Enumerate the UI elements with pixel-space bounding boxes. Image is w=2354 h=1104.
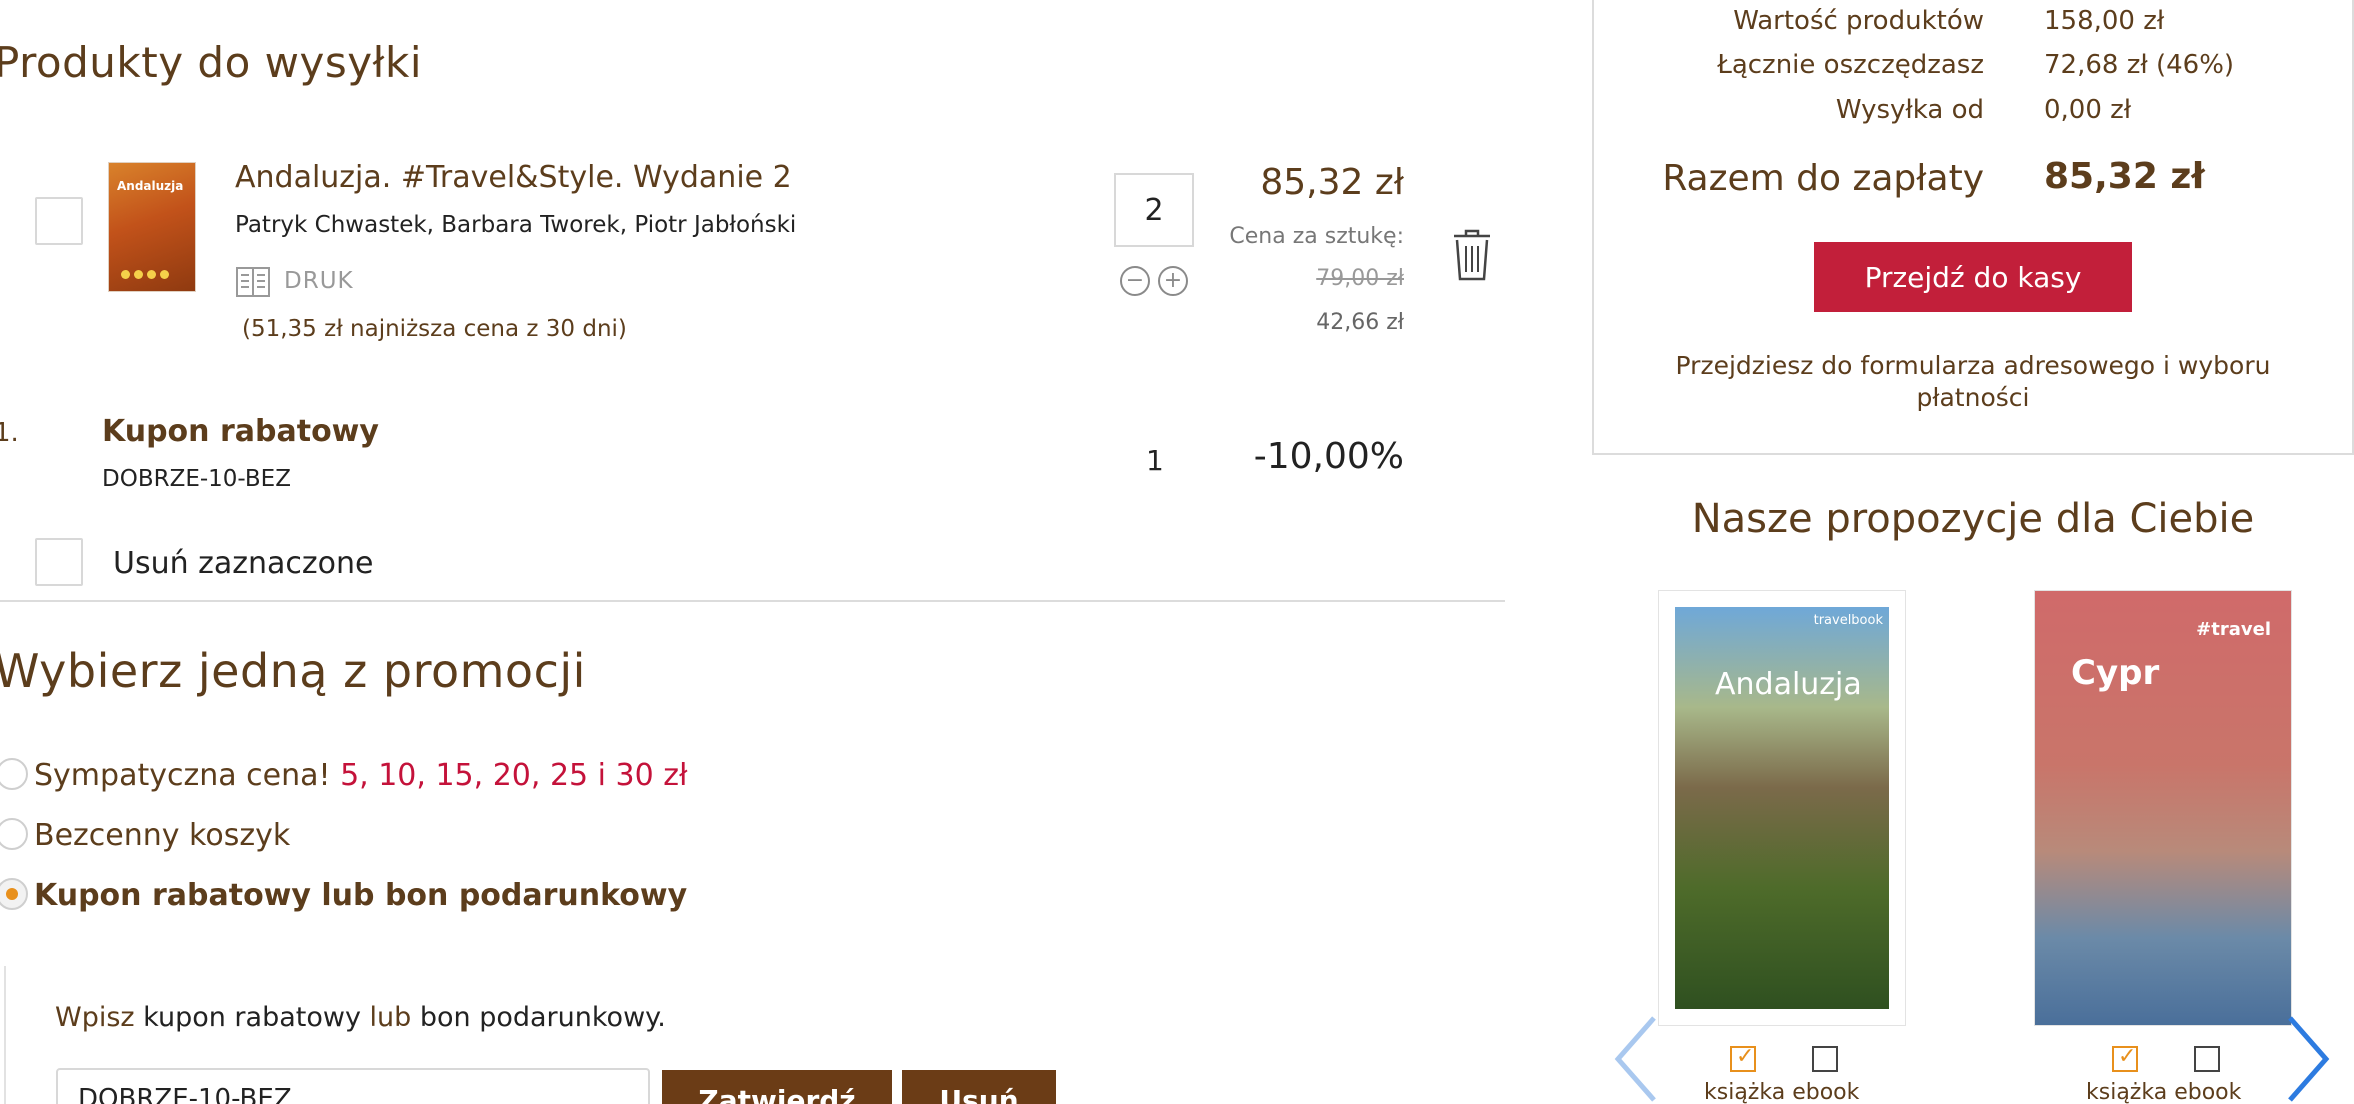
format-label-book: książka — [1704, 1080, 1786, 1104]
coupon-row-discount: -10,00% — [1253, 436, 1404, 477]
summary-value-savings: 72,68 zł (46%) — [2044, 50, 2235, 80]
promo-radio-sympatyczna[interactable] — [0, 758, 28, 790]
recommendation-book-2[interactable]: #travel Cypr — [2034, 590, 2292, 1026]
promo-radio-kupon[interactable] — [0, 878, 28, 910]
book-format-icon — [236, 266, 270, 298]
cart-section-title: Produkty do wysyłki — [0, 38, 422, 87]
promo-option-sympatyczna[interactable]: Sympatyczna cena! 5, 10, 15, 20, 25 i 30… — [34, 758, 688, 793]
book-cover-brand: #travel — [2196, 619, 2271, 640]
coupon-row-index: 1. — [0, 418, 19, 448]
book-1-format-labels: książka ebook — [1704, 1080, 1859, 1104]
coupon-row-quantity: 1 — [1146, 444, 1164, 477]
item-total-price: 85,32 zł — [1260, 162, 1404, 203]
promo-option-highlight: 5, 10, 15, 20, 25 i 30 zł — [340, 758, 688, 793]
book-2-format-labels: książka ebook — [2086, 1080, 2241, 1104]
book-2-format-book-checkbox[interactable] — [2112, 1044, 2138, 1072]
summary-label-savings: Łącznie oszczędzasz — [1717, 50, 1984, 80]
coupon-prompt-part: bon podarunkowy. — [411, 1002, 666, 1033]
book-cover-image: travelbook Andaluzja — [1675, 607, 1889, 1009]
format-label-book: książka — [2086, 1080, 2168, 1104]
item-cover-title: Andaluzja — [117, 179, 184, 193]
promo-radio-bezcenny[interactable] — [0, 818, 28, 850]
trash-icon[interactable] — [1452, 228, 1492, 282]
remove-selected-link[interactable]: Usuń zaznaczone — [113, 546, 374, 581]
format-label-ebook: ebook — [1792, 1080, 1860, 1104]
minus-icon[interactable]: − — [1120, 266, 1150, 296]
summary-label-shipping: Wysyłka od — [1835, 95, 1984, 125]
coupon-prompt-part: lub — [369, 1002, 412, 1033]
item-unit-price-label: Cena za sztukę: — [1229, 224, 1404, 249]
summary-total-label: Razem do zapłaty — [1662, 158, 1984, 199]
promo-section-title: Wybierz jedną z promocji — [0, 644, 586, 698]
book-cover-title: Cypr — [2071, 653, 2160, 693]
summary-total-value: 85,32 zł — [2044, 156, 2205, 197]
recommendations-title: Nasze propozycje dla Ciebie — [1691, 496, 2255, 542]
coupon-prompt-part: Wpisz — [55, 1002, 135, 1033]
book-cover-brand: travelbook — [1813, 613, 1883, 628]
coupon-code-input[interactable]: DOBRZE-10-BEZ — [56, 1068, 650, 1104]
item-unit-price: 42,66 zł — [1316, 310, 1404, 335]
coupon-row-title: Kupon rabatowy — [102, 414, 379, 449]
coupon-prompt: Wpisz kupon rabatowy lub bon podarunkowy… — [55, 1002, 666, 1033]
coupon-row-code: DOBRZE-10-BEZ — [102, 466, 291, 492]
remove-coupon-button[interactable]: Usuń — [902, 1070, 1056, 1104]
recommendation-book-1[interactable]: travelbook Andaluzja — [1658, 590, 1906, 1026]
chevron-left-icon[interactable] — [1612, 1014, 1658, 1104]
item-cover-icons — [121, 270, 169, 279]
select-all-checkbox[interactable] — [35, 538, 83, 586]
book-2-format-ebook-checkbox[interactable] — [2194, 1046, 2220, 1072]
summary-value-products: 158,00 zł — [2044, 6, 2165, 36]
promo-option-kupon[interactable]: Kupon rabatowy lub bon podarunkowy — [34, 878, 687, 913]
item-format-label: DRUK — [284, 268, 354, 294]
plus-icon[interactable]: + — [1158, 266, 1188, 296]
summary-label-products: Wartość produktów — [1733, 6, 1984, 36]
item-cover-image[interactable]: Andaluzja — [108, 162, 196, 292]
item-title-link[interactable]: Andaluzja. #Travel&Style. Wydanie 2 — [235, 160, 792, 195]
coupon-prompt-part: kupon rabatowy — [134, 1002, 370, 1033]
book-1-format-book-checkbox[interactable] — [1730, 1044, 1756, 1072]
item-lowest-price-note: (51,35 zł najniższa cena z 30 dni) — [242, 316, 627, 342]
item-unit-old-price: 79,00 zł — [1316, 266, 1404, 291]
item-select-checkbox[interactable] — [35, 197, 83, 245]
checkout-button[interactable]: Przejdź do kasy — [1814, 242, 2132, 312]
book-cover-title: Andaluzja — [1715, 667, 1862, 702]
section-divider — [0, 600, 1505, 602]
promo-option-bezcenny[interactable]: Bezcenny koszyk — [34, 818, 290, 853]
checkout-note: Przejdziesz do formularza adresowego i w… — [1675, 351, 2271, 412]
item-authors: Patryk Chwastek, Barbara Tworek, Piotr J… — [235, 212, 797, 238]
confirm-coupon-button[interactable]: Zatwierdź — [662, 1070, 892, 1104]
book-1-format-ebook-checkbox[interactable] — [1812, 1046, 1838, 1072]
promo-option-label: Sympatyczna cena! — [34, 758, 331, 793]
summary-value-shipping: 0,00 zł — [2044, 95, 2132, 125]
format-label-ebook: ebook — [2174, 1080, 2242, 1104]
item-quantity-input[interactable]: 2 — [1114, 173, 1194, 247]
chevron-right-icon[interactable] — [2286, 1014, 2332, 1104]
